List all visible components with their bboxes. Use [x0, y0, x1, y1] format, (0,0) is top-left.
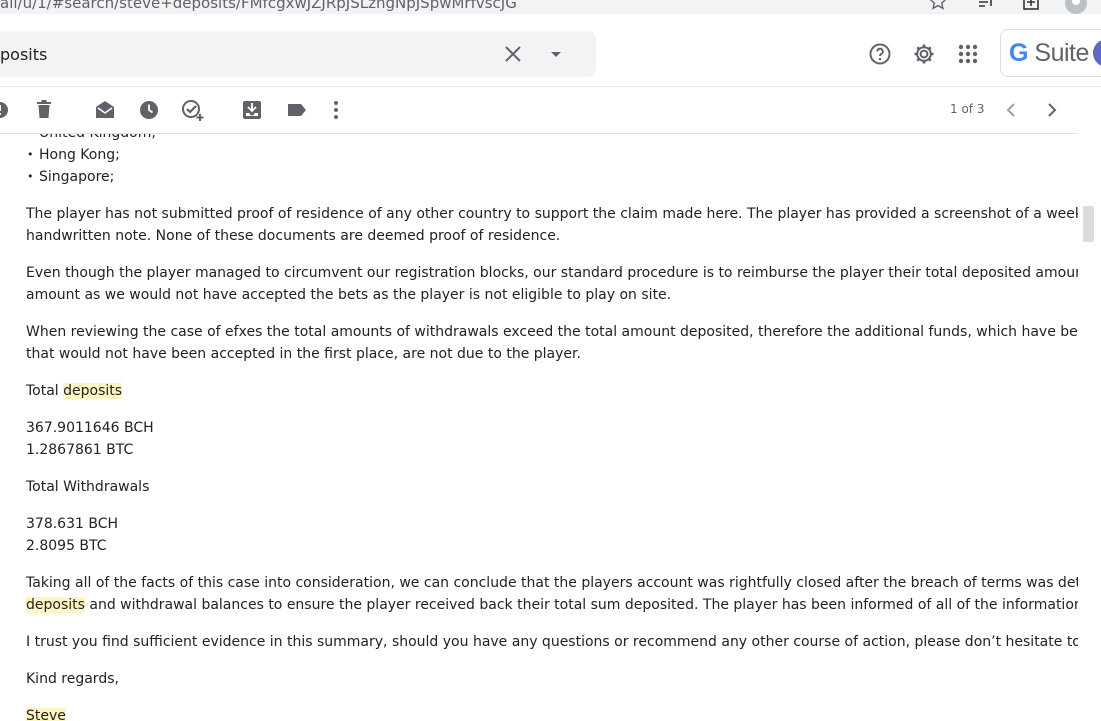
- search-options-dropdown-icon[interactable]: [548, 47, 564, 61]
- report-spam-icon[interactable]: [0, 99, 10, 121]
- url-text[interactable]: ail/u/1/#search/steve+deposits/FMfcgxwJZ…: [0, 0, 517, 12]
- label-icon[interactable]: [286, 99, 308, 121]
- move-to-inbox-icon[interactable]: [242, 99, 262, 121]
- clear-search-icon[interactable]: [502, 43, 524, 65]
- previous-page-chevron-icon[interactable]: [1004, 99, 1020, 121]
- signature: Steve: [26, 705, 1078, 721]
- profile-avatar-icon[interactable]: [1064, 0, 1088, 14]
- paragraph-conclusion: Taking all of the facts of this case int…: [26, 575, 1078, 613]
- total-withdrawals-heading: Total Withdrawals: [26, 479, 150, 495]
- next-page-chevron-icon[interactable]: [1044, 99, 1060, 121]
- add-to-tasks-icon[interactable]: [181, 99, 205, 123]
- closing-text: Kind regards,: [26, 671, 119, 687]
- country-list: United Kingdom; Hong Kong; Singapore;: [26, 134, 1078, 188]
- paragraph-reimburse: Even though the player managed to circum…: [26, 265, 1078, 303]
- withdrawal-amounts: 378.631 BCH 2.8095 BTC: [26, 516, 119, 554]
- bookmark-star-icon[interactable]: [928, 0, 948, 12]
- email-message-body: United Kingdom; Hong Kong; Singapore; Th…: [0, 134, 1078, 721]
- extension-icon[interactable]: [1021, 0, 1041, 12]
- search-highlight: deposits: [63, 383, 123, 399]
- apps-grid-icon[interactable]: [956, 42, 980, 66]
- account-avatar[interactable]: [1093, 39, 1101, 67]
- more-options-icon[interactable]: [330, 99, 342, 121]
- mark-as-read-icon[interactable]: [94, 99, 116, 121]
- browser-address-bar[interactable]: ail/u/1/#search/steve+deposits/FMfcgxwJZ…: [0, 0, 1101, 14]
- scrollbar-thumb[interactable]: [1083, 206, 1094, 242]
- message-toolbar: 1 of 3: [0, 87, 1078, 134]
- settings-gear-icon[interactable]: [912, 42, 936, 66]
- search-box[interactable]: posits: [0, 31, 596, 77]
- search-highlight: deposits: [26, 597, 85, 613]
- support-icon[interactable]: [868, 42, 892, 66]
- reading-list-icon[interactable]: [976, 0, 996, 12]
- list-item: United Kingdom;: [26, 134, 1078, 144]
- deposit-amounts: 367.9011646 BCH 1.2867861 BTC: [26, 420, 154, 458]
- search-input[interactable]: posits: [0, 45, 47, 64]
- search-highlight: Steve: [26, 708, 66, 721]
- snooze-clock-icon[interactable]: [138, 99, 160, 121]
- total-deposits-heading: Total deposits: [26, 383, 123, 399]
- pagination-count: 1 of 3: [950, 102, 985, 116]
- paragraph-withdrawals-review: When reviewing the case of efxes the tot…: [26, 324, 1078, 362]
- gmail-header: posits G Suite: [0, 14, 1101, 87]
- gsuite-logo: G Suite: [1009, 39, 1089, 67]
- list-item: Singapore;: [26, 166, 1078, 188]
- paragraph-trust: I trust you find sufficient evidence in …: [26, 634, 1078, 650]
- delete-icon[interactable]: [34, 99, 54, 121]
- paragraph-residence: The player has not submitted proof of re…: [26, 206, 1078, 244]
- list-item: Hong Kong;: [26, 144, 1078, 166]
- gsuite-account-button[interactable]: G Suite: [1000, 29, 1101, 77]
